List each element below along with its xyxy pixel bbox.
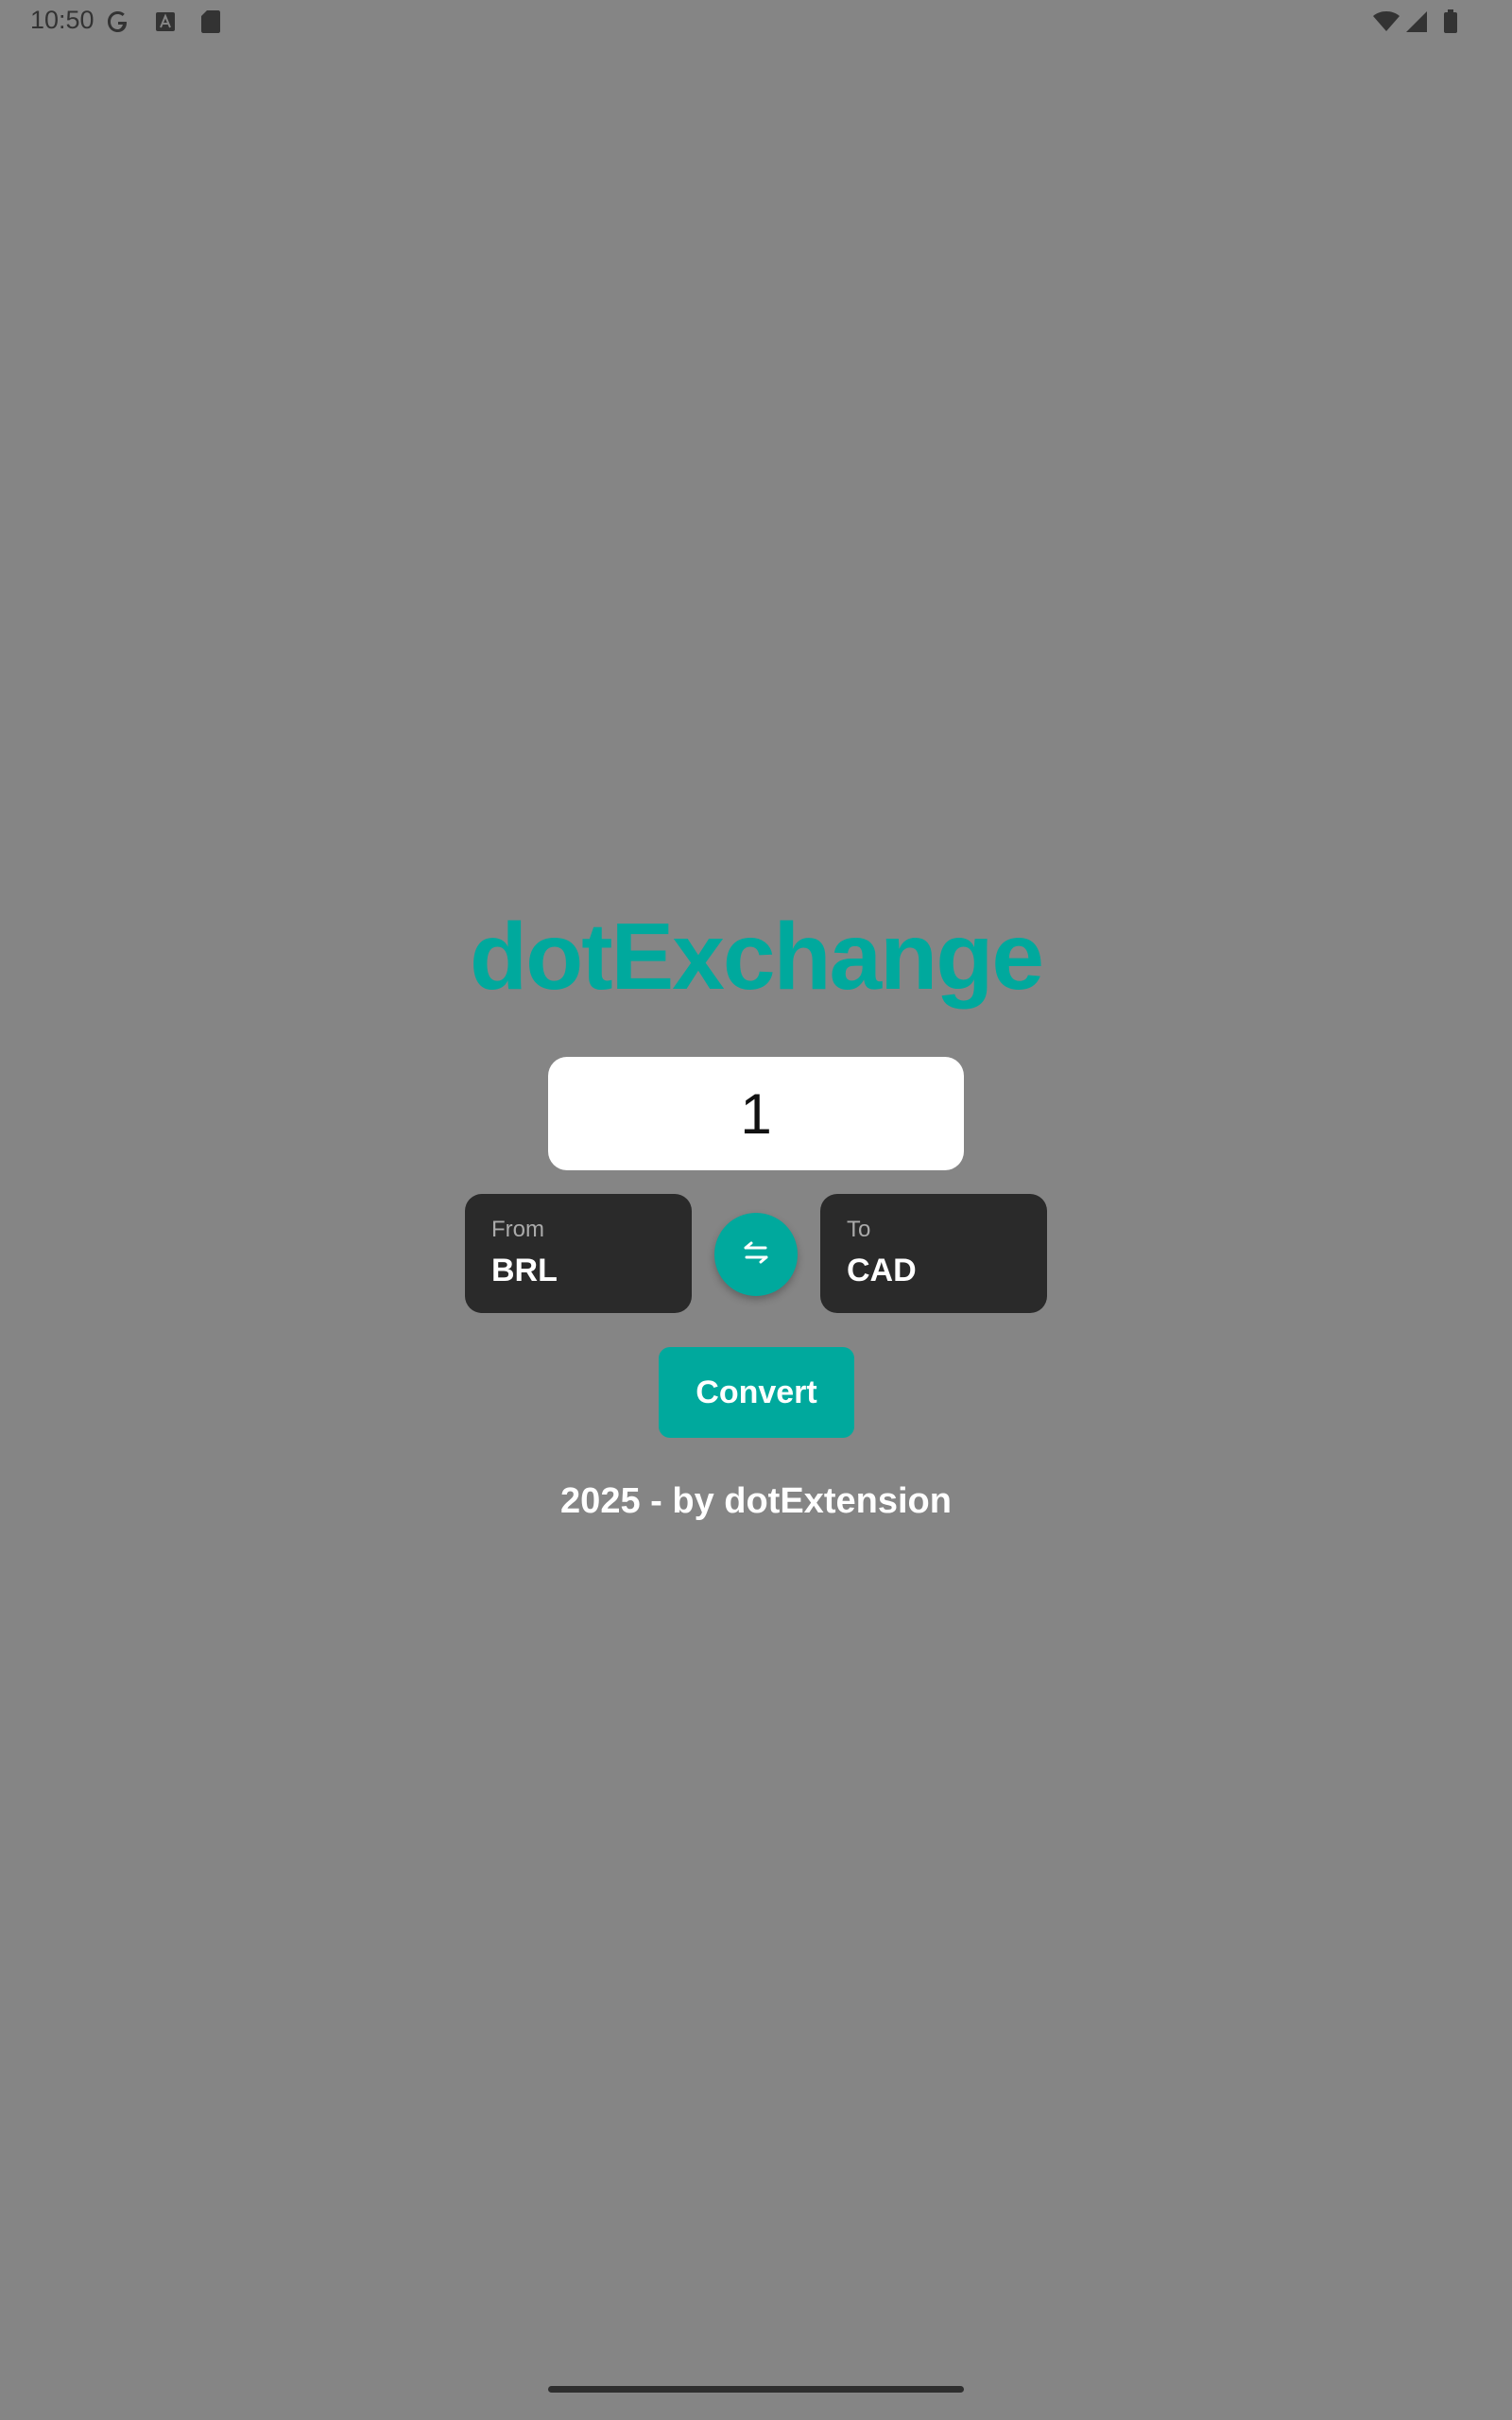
wifi-icon (1372, 8, 1400, 36)
cell-signal-icon (1402, 8, 1431, 36)
battery-icon (1436, 8, 1465, 36)
swap-button[interactable] (714, 1213, 798, 1296)
google-icon (104, 8, 132, 36)
app-screen: 10:50 dotExchange 1 From BRL To CAD Conv… (0, 0, 1512, 2420)
sd-card-icon (197, 8, 225, 36)
home-indicator[interactable] (548, 2386, 964, 2393)
from-label: From (491, 1217, 544, 1242)
status-time: 10:50 (30, 6, 94, 34)
to-label: To (847, 1217, 871, 1242)
to-currency-selector[interactable]: To CAD (820, 1194, 1047, 1313)
swap-arrows-icon (742, 1240, 770, 1270)
amount-input[interactable] (548, 1057, 964, 1170)
app-title: dotExchange (470, 904, 1044, 1010)
to-currency-value: CAD (847, 1253, 917, 1288)
from-currency-selector[interactable]: From BRL (465, 1194, 692, 1313)
a-letter-icon (151, 8, 180, 36)
footer-credit: 2025 - by dotExtension (560, 1481, 952, 1521)
status-bar: 10:50 (0, 0, 1512, 45)
from-currency-value: BRL (491, 1253, 558, 1288)
convert-button[interactable]: Convert (659, 1347, 854, 1438)
